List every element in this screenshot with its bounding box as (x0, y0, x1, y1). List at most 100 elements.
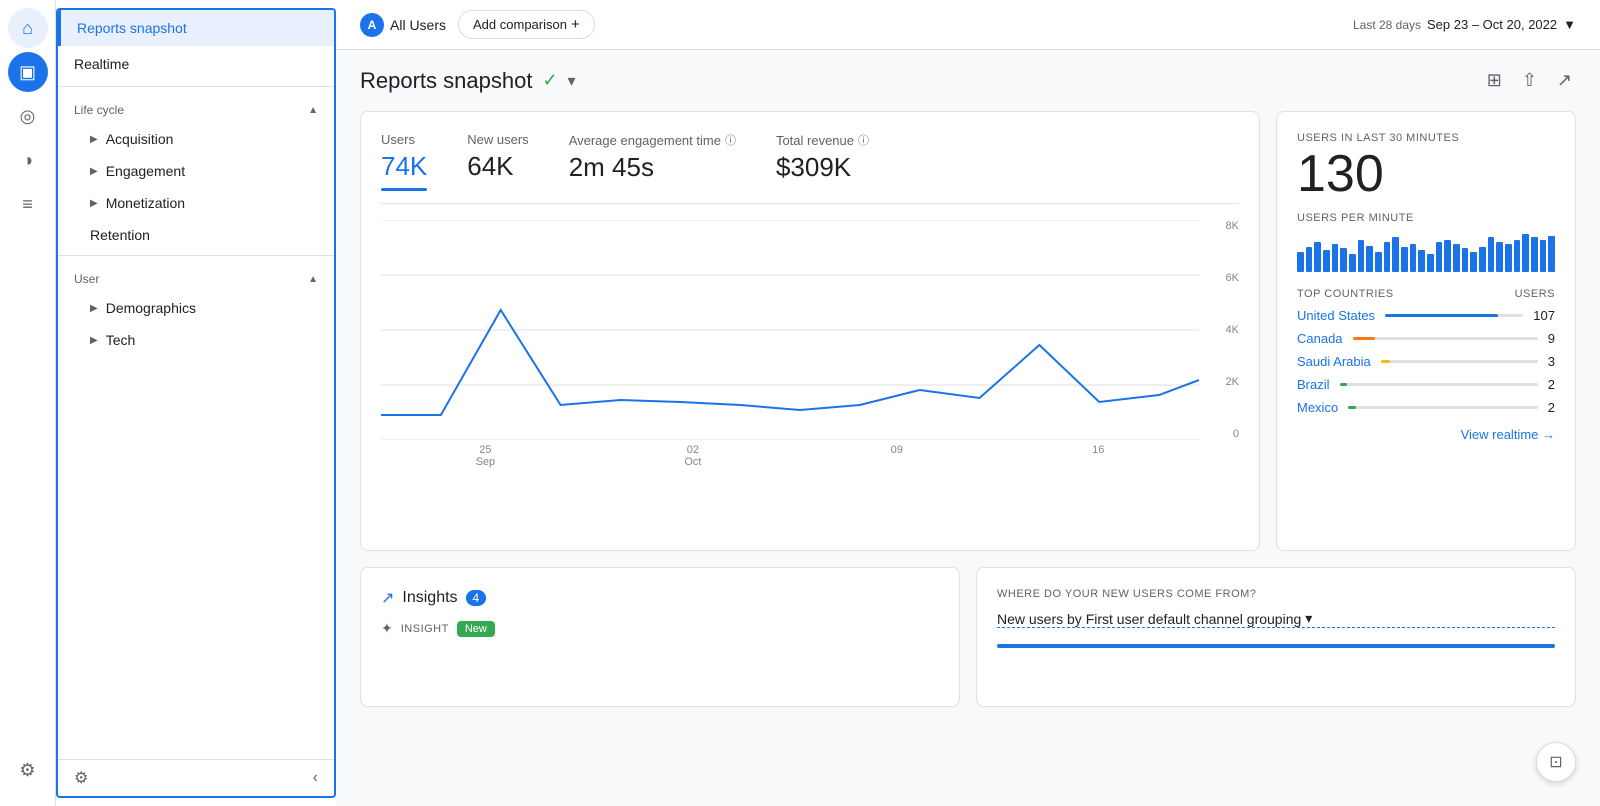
top-bar-left: A All Users Add comparison + (360, 10, 595, 39)
metric-users[interactable]: Users 74K (381, 132, 427, 191)
sidebar-section-user-label: User (74, 272, 99, 286)
metric-new-users-value: 64K (467, 151, 528, 182)
acquisition-chevron-icon: ▶ (90, 134, 98, 145)
sidebar-collapse-btn[interactable]: ‹ (313, 769, 318, 787)
sidebar-item-tech[interactable]: ▶ Tech (58, 324, 334, 356)
realtime-title: USERS IN LAST 30 MINUTES (1297, 132, 1555, 144)
mini-bar (1314, 242, 1321, 272)
new-badge: New (457, 621, 495, 637)
sidebar-item-engagement[interactable]: ▶ Engagement (58, 155, 334, 187)
mini-bar (1297, 252, 1304, 272)
mini-bar (1540, 240, 1547, 272)
share-icon[interactable]: ⇧ (1518, 66, 1541, 95)
mini-bar (1488, 237, 1495, 272)
x-label-sep25: 25 Sep (476, 444, 496, 468)
y-label-4k: 4K (1207, 324, 1239, 336)
view-realtime-label: View realtime → (1461, 427, 1555, 442)
country-sa-name[interactable]: Saudi Arabia (1297, 354, 1371, 369)
country-sa-bar (1381, 360, 1390, 363)
main-content: A All Users Add comparison + Last 28 day… (336, 0, 1600, 806)
country-ca-name[interactable]: Canada (1297, 331, 1343, 346)
country-br-value: 2 (1548, 377, 1555, 392)
insights-card: ↗ Insights 4 ✦ INSIGHT New (360, 567, 960, 707)
metric-revenue[interactable]: Total revenue ⓘ $309K (776, 132, 869, 191)
page-title-dropdown-icon[interactable]: ▾ (568, 71, 576, 91)
add-comparison-button[interactable]: Add comparison + (458, 10, 595, 39)
y-label-6k: 6K (1207, 272, 1239, 284)
list-nav-item[interactable]: ≡ (8, 184, 48, 224)
sidebar-item-demographics[interactable]: ▶ Demographics (58, 292, 334, 324)
page-header: Reports snapshot ✓ ▾ ⊞ ⇧ ↗ (336, 50, 1600, 103)
sidebar: Reports snapshot Realtime Life cycle ▲ ▶… (56, 8, 336, 798)
advertising-nav-item[interactable]: ◑ (8, 140, 48, 180)
icon-navigation: ⌂ ▣ ◎ ◑ ≡ ⚙ (0, 0, 56, 806)
country-us-name[interactable]: United States (1297, 308, 1375, 323)
metric-new-users-label: New users (467, 132, 528, 147)
trend-icon[interactable]: ↗ (1553, 66, 1576, 95)
insights-label: Insights (402, 589, 457, 607)
mini-bar (1323, 250, 1330, 272)
y-label-8k: 8K (1207, 220, 1239, 232)
sidebar-item-acquisition[interactable]: ▶ Acquisition (58, 123, 334, 155)
tech-label: Tech (106, 332, 136, 348)
add-comparison-label: Add comparison (473, 17, 567, 32)
sidebar-section-lifecycle[interactable]: Life cycle ▲ (58, 91, 334, 123)
country-br-name[interactable]: Brazil (1297, 377, 1330, 392)
country-row-sa: Saudi Arabia 3 (1297, 354, 1555, 369)
mini-bar (1444, 240, 1451, 272)
engagement-info-icon: ⓘ (725, 132, 736, 148)
mini-bar (1332, 244, 1339, 272)
metric-revenue-label: Total revenue ⓘ (776, 132, 869, 148)
sidebar-item-monetization[interactable]: ▶ Monetization (58, 187, 334, 219)
insight-type-label: INSIGHT (401, 623, 449, 635)
channel-grouping-dropdown[interactable]: New users by First user default channel … (997, 610, 1555, 628)
metric-engagement-value: 2m 45s (569, 152, 736, 183)
mini-bars (1297, 232, 1555, 272)
view-realtime-link[interactable]: View realtime → (1297, 427, 1555, 442)
country-row-mx: Mexico 2 (1297, 400, 1555, 415)
country-mx-name[interactable]: Mexico (1297, 400, 1338, 415)
sidebar-item-retention[interactable]: Retention (58, 219, 334, 251)
insight-sparkle-icon: ✦ (381, 620, 393, 637)
insights-trend-icon: ↗ (381, 588, 394, 608)
channel-grouping-label: New users by First user default channel … (997, 611, 1301, 627)
home-nav-item[interactable]: ⌂ (8, 8, 48, 48)
mini-bar (1375, 252, 1382, 272)
mini-bar (1358, 240, 1365, 272)
sidebar-item-reports-snapshot[interactable]: Reports snapshot (58, 10, 334, 46)
edit-icon[interactable]: ⊞ (1483, 66, 1506, 95)
demographics-chevron-icon: ▶ (90, 303, 98, 314)
mini-bar (1418, 250, 1425, 272)
add-icon: + (571, 16, 580, 33)
floating-feedback-button[interactable]: ⊡ (1536, 742, 1576, 782)
date-range-value: Sep 23 – Oct 20, 2022 (1427, 17, 1557, 32)
mini-bar (1436, 242, 1443, 272)
date-range-selector[interactable]: Last 28 days Sep 23 – Oct 20, 2022 ▼ (1353, 17, 1576, 32)
realtime-card: USERS IN LAST 30 MINUTES 130 USERS PER M… (1276, 111, 1576, 551)
top-countries-label: TOP COUNTRIES (1297, 288, 1394, 300)
settings-nav-item[interactable]: ⚙ (8, 750, 48, 790)
monetization-chevron-icon: ▶ (90, 198, 98, 209)
new-users-card: WHERE DO YOUR NEW USERS COME FROM? New u… (976, 567, 1576, 707)
bottom-cards-row: ↗ Insights 4 ✦ INSIGHT New WHERE DO YOUR… (360, 567, 1576, 707)
chart-area: 8K 6K 4K 2K 0 25 Sep (381, 220, 1239, 480)
metric-engagement[interactable]: Average engagement time ⓘ 2m 45s (569, 132, 736, 191)
metric-new-users[interactable]: New users 64K (467, 132, 528, 191)
new-users-card-header: WHERE DO YOUR NEW USERS COME FROM? (997, 588, 1555, 600)
reports-nav-item[interactable]: ▣ (8, 52, 48, 92)
metric-users-underline (381, 188, 427, 191)
tech-chevron-icon: ▶ (90, 335, 98, 346)
date-dropdown-icon: ▼ (1563, 17, 1576, 32)
page-title: Reports snapshot (360, 68, 532, 94)
country-row-br: Brazil 2 (1297, 377, 1555, 392)
mini-bar (1427, 254, 1434, 272)
sidebar-settings-icon[interactable]: ⚙ (74, 768, 88, 788)
sidebar-section-user[interactable]: User ▲ (58, 260, 334, 292)
sidebar-item-realtime[interactable]: Realtime (58, 46, 334, 82)
mini-bar (1514, 240, 1521, 272)
date-range-prefix: Last 28 days (1353, 18, 1421, 32)
explore-nav-item[interactable]: ◎ (8, 96, 48, 136)
country-br-bar (1340, 383, 1348, 386)
insights-badge: 4 (466, 590, 487, 606)
y-label-2k: 2K (1207, 376, 1239, 388)
